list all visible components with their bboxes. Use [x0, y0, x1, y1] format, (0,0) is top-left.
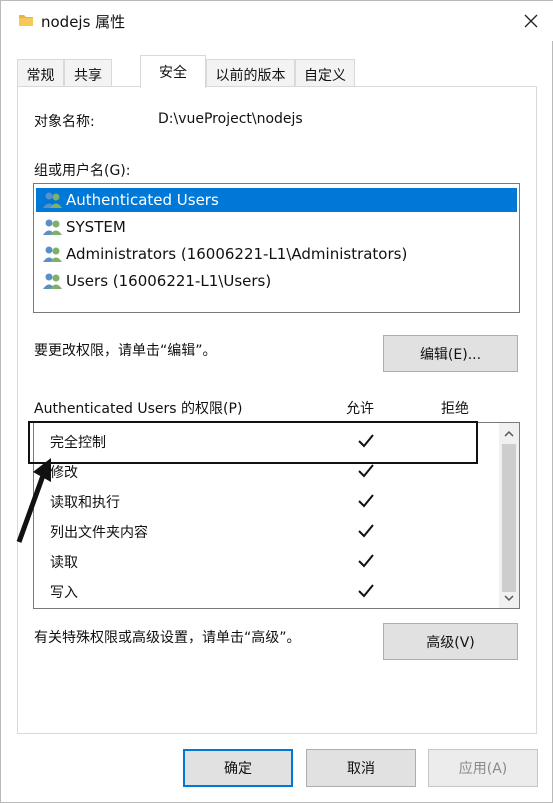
advanced-hint: 有关特殊权限或高级设置，请单击“高级”。 — [34, 630, 301, 646]
properties-dialog: nodejs 属性 常规 共享 安全 以前的版本 自定义 对象名称: D:\vu… — [0, 0, 553, 803]
permission-row: 读取和执行 — [34, 486, 499, 516]
list-item-label: Users (16006221-L1\Users) — [66, 272, 272, 290]
close-button[interactable] — [508, 1, 553, 41]
user-group-icon — [43, 273, 62, 289]
tab-sharing[interactable]: 共享 — [64, 59, 112, 87]
permission-name: 读取 — [50, 555, 78, 571]
user-group-icon — [43, 192, 62, 208]
highlight-annotation — [28, 421, 478, 464]
permission-name: 写入 — [50, 585, 78, 601]
scrollbar-thumb[interactable] — [502, 444, 516, 592]
list-item[interactable]: Users (16006221-L1\Users) — [36, 269, 517, 293]
permission-row: 读取 — [34, 546, 499, 576]
chevron-up-icon[interactable] — [503, 428, 515, 440]
list-item-label: Authenticated Users — [66, 191, 219, 209]
checkmark-icon — [358, 584, 374, 598]
checkmark-icon — [358, 494, 374, 508]
allow-column-header: 允许 — [346, 401, 374, 417]
apply-button[interactable]: 应用(A) — [428, 749, 538, 787]
cancel-button[interactable]: 取消 — [306, 749, 416, 787]
folder-icon — [19, 15, 33, 26]
tab-previous-versions[interactable]: 以前的版本 — [206, 59, 295, 87]
ok-button[interactable]: 确定 — [183, 749, 293, 787]
tab-security[interactable]: 安全 — [140, 55, 206, 88]
permissions-header: Authenticated Users 的权限(P) — [34, 401, 243, 417]
tab-general[interactable]: 常规 — [17, 59, 64, 87]
arrow-annotation-icon — [16, 458, 51, 543]
chevron-down-icon[interactable] — [503, 592, 515, 604]
checkmark-icon — [358, 554, 374, 568]
object-name-label: 对象名称: — [34, 114, 95, 130]
list-item[interactable]: SYSTEM — [36, 215, 517, 239]
checkmark-icon — [358, 524, 374, 538]
groups-label: 组或用户名(G): — [34, 163, 131, 179]
edit-button[interactable]: 编辑(E)... — [383, 335, 518, 372]
permission-row: 列出文件夹内容 — [34, 516, 499, 546]
user-group-icon — [43, 219, 62, 235]
checkmark-icon — [358, 464, 374, 478]
object-name-value: D:\vueProject\nodejs — [158, 111, 303, 127]
list-item[interactable]: Administrators (16006221-L1\Administrato… — [36, 242, 517, 266]
title-bar: nodejs 属性 — [1, 1, 553, 41]
close-icon — [524, 14, 538, 28]
tab-customize[interactable]: 自定义 — [295, 59, 355, 87]
list-item-label: Administrators (16006221-L1\Administrato… — [66, 245, 408, 263]
edit-hint: 要更改权限，请单击“编辑”。 — [34, 343, 217, 359]
window-title: nodejs 属性 — [41, 13, 126, 31]
advanced-button[interactable]: 高级(V) — [383, 623, 518, 660]
deny-column-header: 拒绝 — [441, 401, 469, 417]
permission-name: 列出文件夹内容 — [50, 525, 148, 541]
groups-listbox[interactable]: Authenticated Users SYSTEM Administrator… — [33, 183, 520, 313]
permission-row: 写入 — [34, 576, 499, 606]
permissions-scrollbar[interactable] — [499, 423, 519, 608]
list-item[interactable]: Authenticated Users — [36, 188, 517, 212]
list-item-label: SYSTEM — [66, 218, 126, 236]
user-group-icon — [43, 246, 62, 262]
